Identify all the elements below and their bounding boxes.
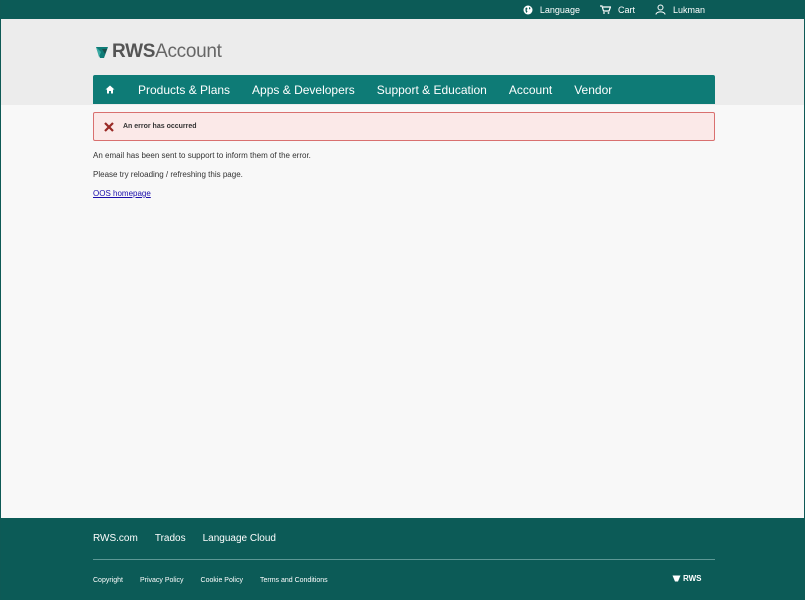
footer-link-privacy-policy[interactable]: Privacy Policy bbox=[140, 577, 184, 584]
footer-link-cookie-policy[interactable]: Cookie Policy bbox=[201, 577, 243, 584]
language-link[interactable]: Language bbox=[523, 5, 580, 15]
error-alert: An error has occurred bbox=[93, 112, 715, 141]
home-button[interactable] bbox=[95, 75, 125, 104]
error-message: An error has occurred bbox=[123, 123, 197, 130]
error-x-icon bbox=[104, 121, 114, 132]
cart-label: Cart bbox=[617, 4, 635, 15]
user-menu[interactable]: Lukman bbox=[655, 4, 705, 15]
error-explanation: An email has been sent to support to inf… bbox=[93, 151, 311, 160]
rws-logo-mark-icon bbox=[672, 575, 681, 582]
cart-icon bbox=[599, 5, 611, 14]
language-label: Language bbox=[539, 4, 580, 15]
rws-account-logo[interactable]: RWS Account bbox=[95, 41, 222, 63]
footer-link-copyright[interactable]: Copyright bbox=[93, 577, 123, 584]
logo-text-bold: RWS bbox=[112, 41, 156, 62]
utility-bar: Language Cart Lukman bbox=[1, 0, 804, 19]
home-icon bbox=[105, 85, 115, 94]
nav-products-plans[interactable]: Products & Plans bbox=[125, 83, 241, 97]
site-header: RWS Account Products & Plans Apps & Deve… bbox=[1, 19, 804, 105]
reload-hint: Please try reloading / refreshing this p… bbox=[93, 170, 243, 179]
nav-vendor[interactable]: Vendor bbox=[563, 83, 623, 97]
footer-link-language-cloud[interactable]: Language Cloud bbox=[203, 533, 276, 544]
footer-brand-text: RWS bbox=[683, 574, 702, 583]
footer-divider bbox=[93, 559, 715, 560]
nav-account[interactable]: Account bbox=[498, 83, 563, 97]
site-footer: RWS.com Trados Language Cloud Copyright … bbox=[1, 518, 804, 600]
globe-icon bbox=[523, 5, 533, 14]
nav-apps-developers[interactable]: Apps & Developers bbox=[241, 83, 366, 97]
main-navigation: Products & Plans Apps & Developers Suppo… bbox=[93, 75, 715, 104]
main-content: An error has occurred An email has been … bbox=[93, 112, 715, 201]
footer-link-trados[interactable]: Trados bbox=[155, 533, 186, 544]
rws-logo-mark-icon bbox=[96, 46, 108, 58]
cart-link[interactable]: Cart bbox=[599, 4, 635, 15]
footer-primary-links: RWS.com Trados Language Cloud bbox=[93, 533, 276, 544]
footer-link-rws-com[interactable]: RWS.com bbox=[93, 533, 138, 544]
user-name: Lukman bbox=[672, 4, 705, 15]
user-icon bbox=[655, 4, 666, 15]
footer-link-terms[interactable]: Terms and Conditions bbox=[260, 577, 328, 584]
logo-text-light: Account bbox=[155, 41, 222, 62]
nav-support-education[interactable]: Support & Education bbox=[366, 83, 498, 97]
footer-legal-links: Copyright Privacy Policy Cookie Policy T… bbox=[93, 577, 328, 584]
footer-rws-logo[interactable]: RWS bbox=[672, 574, 702, 583]
homepage-link[interactable]: OOS homepage bbox=[93, 189, 151, 198]
